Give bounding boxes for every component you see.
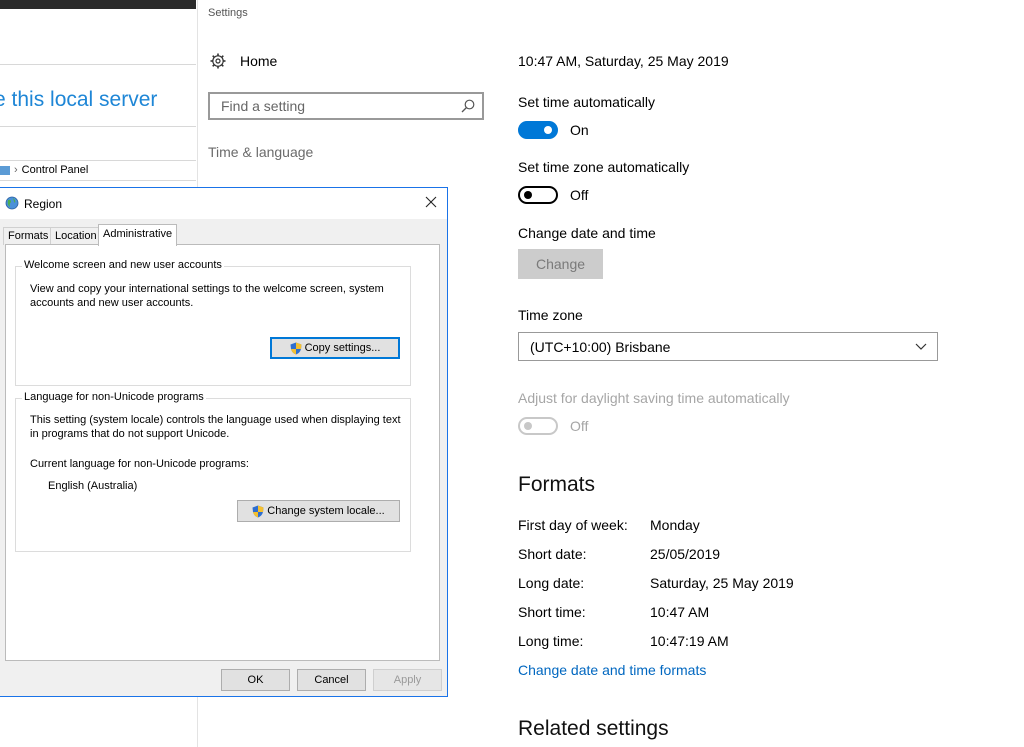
tab-location[interactable]: Location — [50, 227, 102, 245]
control-panel-address-bar[interactable]: › Control Panel — [0, 160, 196, 181]
close-icon[interactable] — [423, 194, 439, 210]
format-label-short-time: Short time: — [518, 604, 586, 620]
format-value-first-day: Monday — [650, 517, 700, 533]
administrative-tab-panel: Welcome screen and new user accounts Vie… — [5, 244, 440, 661]
welcome-group-label: Welcome screen and new user accounts — [22, 259, 224, 271]
cancel-button[interactable]: Cancel — [297, 669, 366, 691]
breadcrumb-control-panel[interactable]: Control Panel — [22, 164, 89, 176]
divider — [0, 126, 196, 127]
uac-shield-icon — [252, 505, 264, 517]
server-manager-titlebar — [0, 0, 196, 9]
change-formats-link[interactable]: Change date and time formats — [518, 662, 706, 678]
control-panel-icon — [0, 165, 10, 175]
current-language-label: Current language for non-Unicode program… — [30, 458, 249, 470]
tab-administrative[interactable]: Administrative — [98, 224, 178, 246]
region-dialog: Region Formats Location Administrative W… — [0, 187, 448, 697]
set-time-auto-toggle[interactable] — [518, 121, 558, 139]
welcome-screen-group: Welcome screen and new user accounts Vie… — [15, 259, 411, 386]
change-datetime-button[interactable]: Change — [518, 249, 603, 279]
settings-app-title: Settings — [208, 7, 248, 19]
set-tz-auto-toggle[interactable] — [518, 186, 558, 204]
set-tz-auto-state: Off — [570, 187, 589, 203]
format-label-long-time: Long time: — [518, 633, 584, 649]
dst-label: Adjust for daylight saving time automati… — [518, 390, 790, 406]
dst-toggle[interactable] — [518, 417, 558, 435]
tab-formats[interactable]: Formats — [3, 227, 54, 245]
uac-shield-icon — [290, 342, 302, 354]
time-zone-dropdown[interactable]: (UTC+10:00) Brisbane — [518, 332, 938, 361]
welcome-group-description: View and copy your international setting… — [30, 283, 384, 309]
format-value-short-date: 25/05/2019 — [650, 546, 721, 562]
time-zone-value: (UTC+10:00) Brisbane — [530, 338, 671, 355]
ok-button[interactable]: OK — [221, 669, 290, 691]
format-label-short-date: Short date: — [518, 546, 587, 562]
search-icon[interactable] — [461, 99, 475, 113]
set-time-auto-label: Set time automatically — [518, 94, 655, 110]
category-title: Time & language — [208, 144, 314, 160]
apply-button[interactable]: Apply — [373, 669, 442, 691]
copy-settings-button[interactable]: Copy settings... — [270, 337, 400, 359]
change-system-locale-label: Change system locale... — [267, 505, 385, 517]
copy-settings-label: Copy settings... — [304, 342, 381, 354]
format-label-first-day: First day of week: — [518, 517, 628, 533]
non-unicode-group-label: Language for non-Unicode programs — [22, 391, 206, 403]
search-input[interactable] — [219, 97, 461, 115]
non-unicode-description: This setting (system locale) controls th… — [30, 414, 401, 440]
chevron-right-icon: › — [14, 164, 18, 176]
home-label: Home — [240, 53, 278, 69]
non-unicode-group: Language for non-Unicode programs This s… — [15, 391, 411, 552]
time-zone-label: Time zone — [518, 307, 583, 323]
region-dialog-title: Region — [24, 197, 63, 211]
home-nav-item[interactable]: Home — [210, 53, 277, 69]
format-value-long-date: Saturday, 25 May 2019 — [650, 575, 794, 591]
toggle-knob — [544, 126, 552, 134]
change-datetime-label: Change date and time — [518, 225, 656, 241]
toggle-knob — [524, 422, 532, 430]
set-tz-auto-label: Set time zone automatically — [518, 159, 690, 175]
globe-icon — [5, 196, 19, 210]
gear-icon — [210, 53, 226, 69]
related-settings-heading: Related settings — [518, 717, 669, 740]
format-value-long-time: 10:47:19 AM — [650, 633, 729, 649]
chevron-down-icon — [915, 343, 927, 350]
change-system-locale-button[interactable]: Change system locale... — [237, 500, 400, 522]
current-datetime: 10:47 AM, Saturday, 25 May 2019 — [518, 53, 729, 69]
settings-search-box[interactable] — [208, 92, 484, 120]
region-dialog-titlebar[interactable]: Region — [0, 188, 447, 219]
server-manager-heading[interactable]: e this local server — [0, 88, 157, 112]
formats-heading: Formats — [518, 473, 596, 496]
format-value-short-time: 10:47 AM — [650, 604, 710, 620]
format-label-long-date: Long date: — [518, 575, 585, 591]
set-time-auto-state: On — [570, 122, 589, 138]
current-language-value: English (Australia) — [48, 480, 138, 492]
divider — [0, 64, 196, 65]
dst-state: Off — [570, 418, 589, 434]
toggle-knob — [524, 191, 532, 199]
